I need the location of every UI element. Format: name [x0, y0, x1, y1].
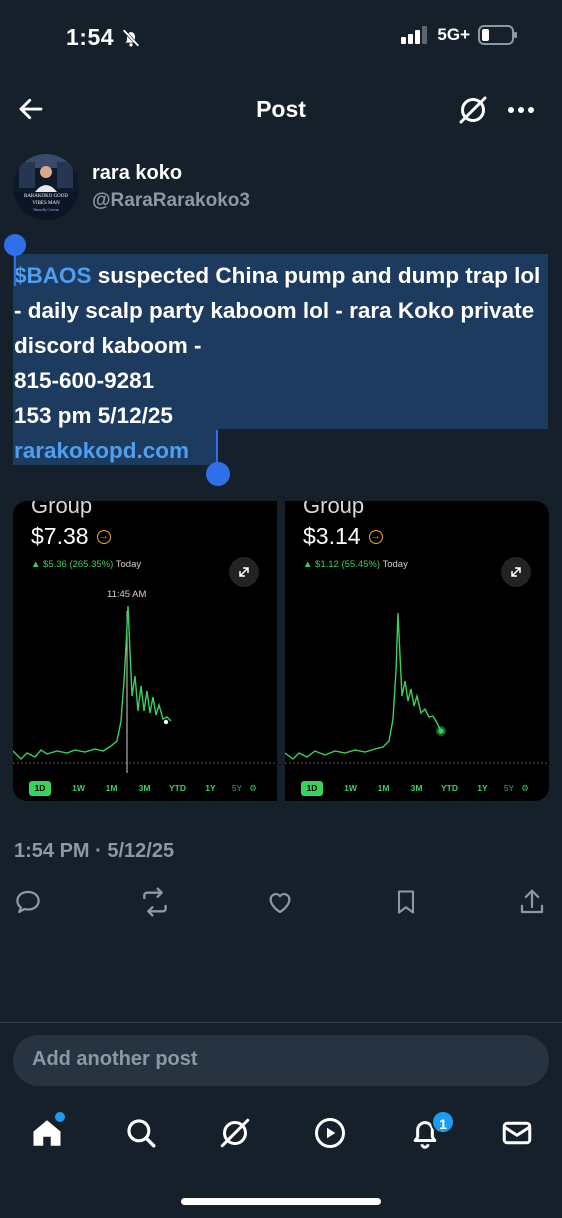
post-text[interactable]: $BAOS suspected China pump and dump trap…	[14, 258, 546, 468]
avatar-caption: Naturally Curious	[33, 208, 59, 212]
selection-handle-end[interactable]	[206, 462, 230, 486]
expand-icon[interactable]	[229, 557, 259, 587]
chart-range-tabs: 1D 1W 1M 3M YTD 1Y 5Y ⚙	[29, 781, 259, 796]
more-icon[interactable]	[505, 92, 537, 128]
messages-icon[interactable]	[499, 1115, 535, 1151]
selection-handle-start[interactable]	[4, 234, 26, 256]
chart-time-label: 11:45 AM	[107, 589, 147, 600]
tab-3m[interactable]: 3M	[128, 781, 161, 796]
home-unread-dot	[55, 1112, 65, 1122]
gear-icon[interactable]: ⚙	[247, 781, 259, 796]
avatar-caption: RARAKOKO GOOD	[23, 194, 69, 199]
tab-5y[interactable]: 5Y	[227, 781, 247, 796]
grok-icon[interactable]	[455, 92, 491, 128]
stock-change: ▲ $1.12 (55.45%) Today	[303, 559, 408, 570]
share-icon[interactable]	[517, 886, 547, 918]
notification-badge: 1	[431, 1110, 455, 1134]
tab-1d[interactable]: 1D	[301, 781, 323, 796]
avatar[interactable]: RARAKOKO GOOD VIBES MAN Naturally Curiou…	[13, 154, 79, 220]
tab-1m[interactable]: 1M	[95, 781, 128, 796]
tab-ytd[interactable]: YTD	[161, 781, 194, 796]
tab-1y[interactable]: 1Y	[466, 781, 499, 796]
tab-1y[interactable]: 1Y	[194, 781, 227, 796]
post-link[interactable]: rarakokopd.com	[14, 438, 189, 463]
tab-5y[interactable]: 5Y	[499, 781, 519, 796]
price-chart	[13, 605, 277, 773]
stock-group-label: Group	[31, 501, 93, 518]
status-time: 1:54	[66, 24, 115, 50]
signal-icon	[401, 26, 428, 44]
post-stamp: 153 pm 5/12/25	[14, 403, 173, 428]
post-image-1[interactable]: Group $7.38 → ▲ $5.36 (265.35%) Today 11…	[13, 501, 277, 801]
gear-icon[interactable]: ⚙	[519, 781, 531, 796]
silent-bell-icon	[120, 27, 142, 49]
video-icon[interactable]	[312, 1115, 348, 1151]
stock-price: $3.14 →	[303, 523, 383, 549]
tab-1w[interactable]: 1W	[334, 781, 367, 796]
chart-range-tabs: 1D 1W 1M 3M YTD 1Y 5Y ⚙	[301, 781, 531, 796]
selection-handle-end[interactable]	[216, 430, 218, 466]
reply-input[interactable]: Add another post	[13, 1035, 549, 1086]
post-phone: 815-600-9281	[14, 368, 155, 393]
post-image-2[interactable]: Group $3.14 → ▲ $1.12 (55.45%) Today 1D …	[285, 501, 549, 801]
arrow-right-icon: →	[96, 529, 111, 544]
battery-icon	[478, 25, 517, 45]
stock-group-label: Group	[303, 501, 365, 518]
reply-icon[interactable]	[13, 886, 43, 918]
repost-icon[interactable]	[138, 886, 172, 918]
network-type: 5G+	[437, 25, 470, 44]
post-timestamp: 1:54 PM · 5/12/25	[14, 840, 175, 862]
home-indicator	[181, 1198, 381, 1205]
status-right: 5G+	[401, 25, 518, 45]
author-name[interactable]: rara koko	[92, 162, 182, 185]
tab-3m[interactable]: 3M	[400, 781, 433, 796]
like-icon[interactable]	[265, 886, 295, 918]
post-body: suspected China pump and dump trap lol -…	[14, 263, 541, 358]
expand-icon[interactable]	[501, 557, 531, 587]
tab-ytd[interactable]: YTD	[433, 781, 466, 796]
search-icon[interactable]	[124, 1115, 158, 1151]
cashtag-link[interactable]: $BAOS	[14, 263, 92, 288]
arrow-right-icon: →	[368, 529, 383, 544]
tab-1m[interactable]: 1M	[367, 781, 400, 796]
bookmark-icon[interactable]	[392, 886, 420, 918]
stock-price: $7.38 →	[31, 523, 111, 549]
author-handle[interactable]: @RaraRarakoko3	[92, 190, 250, 212]
price-chart	[285, 612, 549, 764]
tab-1w[interactable]: 1W	[62, 781, 95, 796]
tab-1d[interactable]: 1D	[29, 781, 51, 796]
grok-icon[interactable]	[217, 1115, 253, 1151]
stock-change: ▲ $5.36 (265.35%) Today	[31, 559, 142, 570]
avatar-caption: VIBES MAN	[32, 201, 60, 206]
reply-placeholder: Add another post	[32, 1048, 198, 1070]
divider	[0, 1022, 562, 1023]
